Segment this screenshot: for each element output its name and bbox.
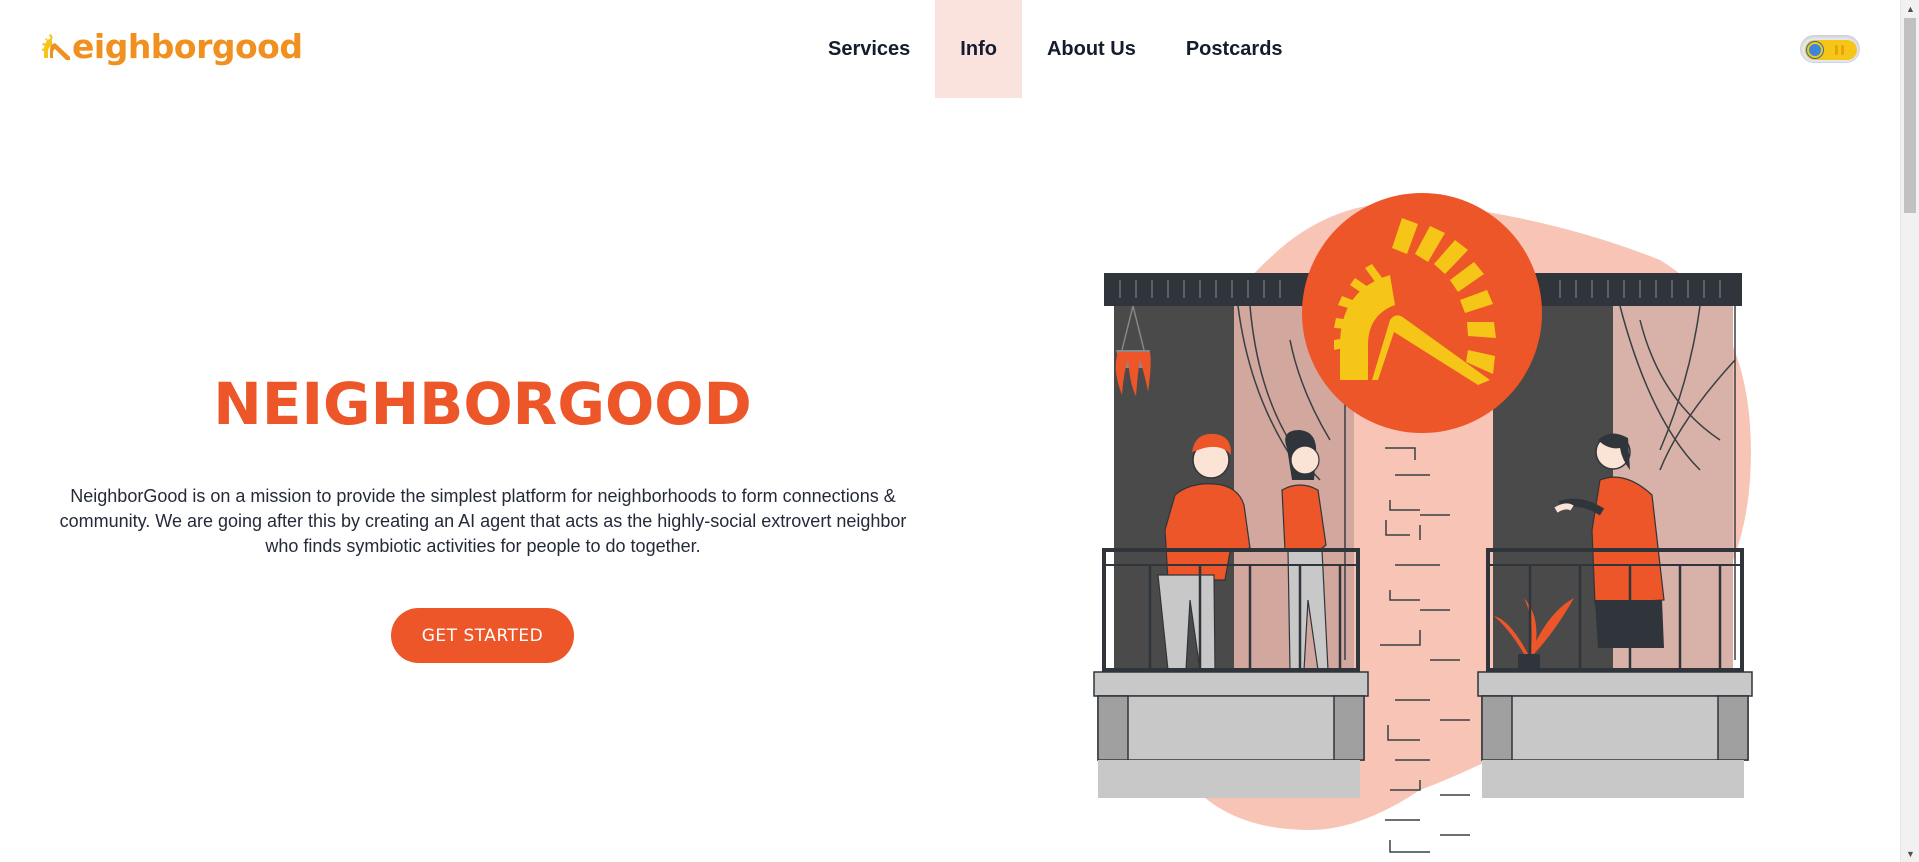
site-header: eighborgood Services Info About Us Postc… — [0, 0, 1900, 98]
sun-icon — [1807, 42, 1823, 58]
nav-info[interactable]: Info — [935, 0, 1022, 98]
toggle-bar — [1841, 45, 1844, 55]
hero-description: NeighborGood is on a mission to provide … — [59, 486, 907, 556]
theme-toggle[interactable] — [1800, 35, 1860, 63]
page-scrollbar[interactable]: ▲ ▼ — [1900, 0, 1919, 862]
toggle-track — [1805, 40, 1857, 60]
page: eighborgood Services Info About Us Postc… — [0, 0, 1900, 862]
get-started-button[interactable]: GET STARTED — [391, 608, 574, 663]
neighbors-on-balconies-illustration — [1093, 193, 1753, 853]
nav-services[interactable]: Services — [803, 0, 935, 98]
logo-text: eighborgood — [72, 26, 303, 66]
nav-postcards[interactable]: Postcards — [1161, 0, 1308, 98]
scroll-down-arrow-icon[interactable]: ▼ — [1901, 845, 1919, 862]
logo[interactable]: eighborgood — [40, 24, 303, 68]
scroll-thumb[interactable] — [1904, 18, 1916, 213]
right-balcony-base — [1477, 671, 1753, 798]
logo-circle — [1302, 193, 1542, 433]
nav-about-us[interactable]: About Us — [1022, 0, 1161, 98]
hero-title: NEIGHBORGOOD — [213, 370, 752, 438]
sun-logo-icon — [42, 34, 70, 60]
scroll-up-arrow-icon[interactable]: ▲ — [1901, 0, 1919, 17]
left-balcony-base — [1093, 671, 1369, 798]
main-nav: Services Info About Us Postcards — [803, 0, 1308, 98]
toggle-bar — [1835, 45, 1838, 55]
